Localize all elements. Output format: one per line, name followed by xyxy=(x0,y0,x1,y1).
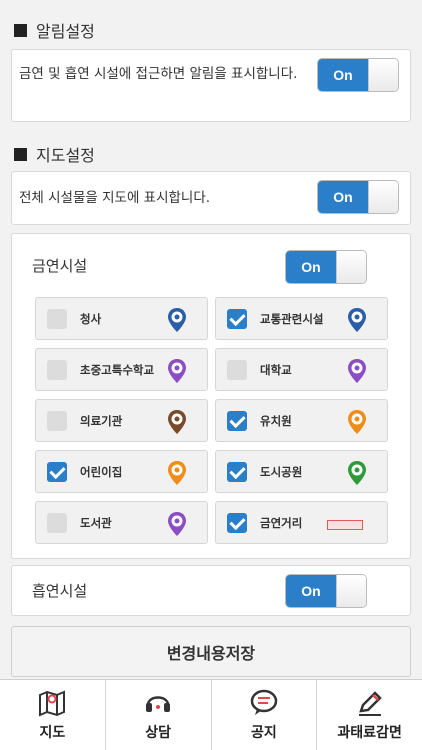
map-toggle-label: On xyxy=(318,181,368,213)
bottom-tab-bar: 지도 상담 공지 과태료감면 xyxy=(0,679,422,750)
facility-checkbox[interactable] xyxy=(47,462,67,482)
toggle-knob xyxy=(368,181,398,213)
notification-section-title: 알림설정 xyxy=(14,18,95,42)
facility-checkbox[interactable] xyxy=(47,411,67,431)
medical-pin-icon xyxy=(168,410,186,434)
no-smoking-label: 금연시설 xyxy=(32,257,88,275)
facility-checkbox[interactable] xyxy=(47,513,67,533)
facility-checkbox[interactable] xyxy=(227,462,247,482)
no-smoking-toggle-label: On xyxy=(286,251,336,283)
no-smoking-toggle[interactable]: On xyxy=(285,250,367,284)
facility-option[interactable]: 대학교 xyxy=(215,348,388,391)
facility-label: 초중고특수학교 xyxy=(80,363,155,377)
tab-notice-label: 공지 xyxy=(250,725,277,741)
facility-label: 대학교 xyxy=(260,363,292,377)
notification-toggle-label: On xyxy=(318,59,368,91)
no-smoking-facilities-panel: 금연시설 On 청사 교통관련시설초중고특수학교 대학교의료기관 유치원어린이집 도시공… xyxy=(11,233,411,559)
government-office-pin-icon xyxy=(168,308,186,332)
facility-option[interactable]: 금연거리 xyxy=(215,501,388,544)
facility-checkbox[interactable] xyxy=(47,309,67,329)
tab-notice[interactable]: 공지 xyxy=(212,680,318,750)
smoking-toggle[interactable]: On xyxy=(285,574,367,608)
facility-checkbox[interactable] xyxy=(47,360,67,380)
facility-option[interactable]: 청사 xyxy=(35,297,208,340)
smoking-toggle-label: On xyxy=(286,575,336,607)
smoking-label: 흡연시설 xyxy=(32,582,88,600)
facility-checkbox[interactable] xyxy=(227,513,247,533)
notification-title: 알림설정 xyxy=(36,22,95,41)
facility-label: 교통관련시설 xyxy=(260,312,324,326)
facility-label: 의료기관 xyxy=(80,414,123,428)
facility-option[interactable]: 도서관 xyxy=(35,501,208,544)
facility-label: 도서관 xyxy=(80,516,112,530)
map-icon xyxy=(39,690,66,717)
chat-bubble-icon xyxy=(250,689,278,715)
daycare-pin-icon xyxy=(168,461,186,485)
tab-map[interactable]: 지도 xyxy=(0,680,106,750)
toggle-knob xyxy=(336,251,366,283)
library-pin-icon xyxy=(168,512,186,536)
facility-option[interactable]: 의료기관 xyxy=(35,399,208,442)
headset-icon xyxy=(146,696,171,712)
tab-fine-reduction[interactable]: 과태료감면 xyxy=(317,680,422,750)
map-description: 전체 시설물을 지도에 표시합니다. xyxy=(19,190,211,206)
smoking-facilities-panel: 흡연시설 On xyxy=(11,565,411,616)
no-smoking-street-strip-icon xyxy=(327,520,363,530)
notification-description: 금연 및 흡연 시설에 접근하면 알림을 표시합니다. xyxy=(19,66,298,82)
save-changes-button[interactable]: 변경내용저장 xyxy=(11,626,411,677)
notification-toggle[interactable]: On xyxy=(317,58,399,92)
square-bullet-icon xyxy=(14,147,27,161)
facility-option[interactable]: 교통관련시설 xyxy=(215,297,388,340)
pencil-icon xyxy=(358,691,382,716)
park-pin-icon xyxy=(348,461,366,485)
facility-label: 도시공원 xyxy=(260,465,303,479)
map-panel: 전체 시설물을 지도에 표시합니다. On xyxy=(11,171,411,225)
facility-option[interactable]: 도시공원 xyxy=(215,450,388,493)
facility-label: 금연거리 xyxy=(260,516,303,530)
tab-fine-reduction-label: 과태료감면 xyxy=(337,725,402,741)
notification-panel: 금연 및 흡연 시설에 접근하면 알림을 표시합니다. On xyxy=(11,49,411,122)
facility-label: 청사 xyxy=(80,312,102,326)
facility-option[interactable]: 유치원 xyxy=(215,399,388,442)
map-title: 지도설정 xyxy=(36,146,95,165)
map-toggle[interactable]: On xyxy=(317,180,399,214)
graduation-cap-pin-icon xyxy=(348,359,366,383)
tab-counsel[interactable]: 상담 xyxy=(106,680,212,750)
facility-checkbox[interactable] xyxy=(227,411,247,431)
kindergarten-pin-icon xyxy=(348,410,366,434)
facility-label: 유치원 xyxy=(260,414,292,428)
facility-checkbox[interactable] xyxy=(227,360,247,380)
map-section-title: 지도설정 xyxy=(14,142,95,166)
toggle-knob xyxy=(368,59,398,91)
bus-pin-icon xyxy=(348,308,366,332)
facility-option[interactable]: 초중고특수학교 xyxy=(35,348,208,391)
facility-label: 어린이집 xyxy=(80,465,123,479)
toggle-knob xyxy=(336,575,366,607)
square-bullet-icon xyxy=(14,23,27,37)
school-pin-icon xyxy=(168,359,186,383)
facility-option[interactable]: 어린이집 xyxy=(35,450,208,493)
tab-counsel-label: 상담 xyxy=(145,725,171,741)
tab-map-label: 지도 xyxy=(39,725,66,741)
facility-checkbox[interactable] xyxy=(227,309,247,329)
